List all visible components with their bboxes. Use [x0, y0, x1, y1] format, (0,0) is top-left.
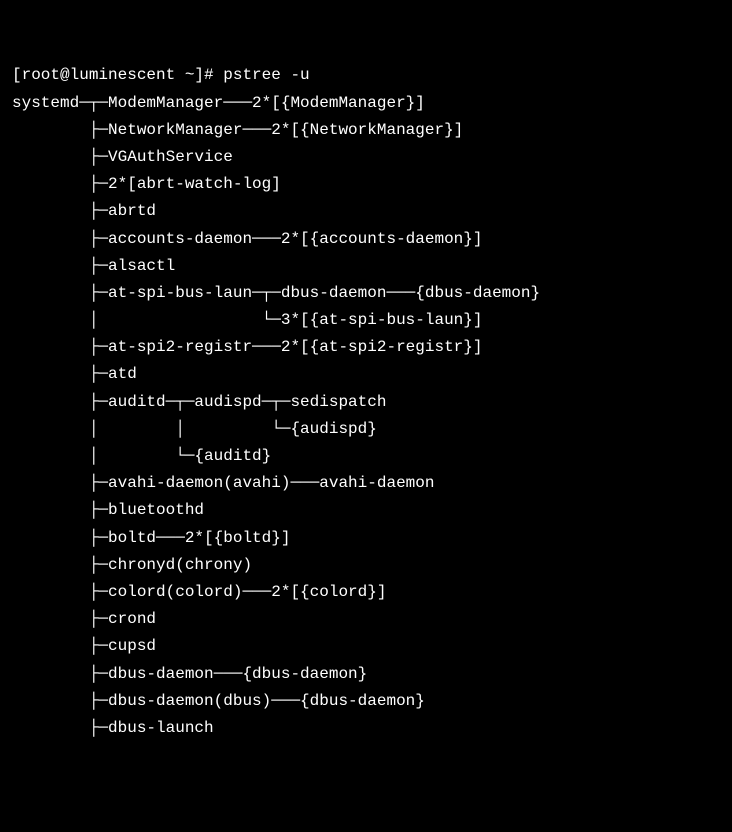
shell-prompt: [root@luminescent ~]# [12, 66, 223, 84]
pstree-output: systemd─┬─ModemManager───2*[{ModemManage… [12, 90, 720, 743]
command-text: pstree -u [223, 66, 309, 84]
